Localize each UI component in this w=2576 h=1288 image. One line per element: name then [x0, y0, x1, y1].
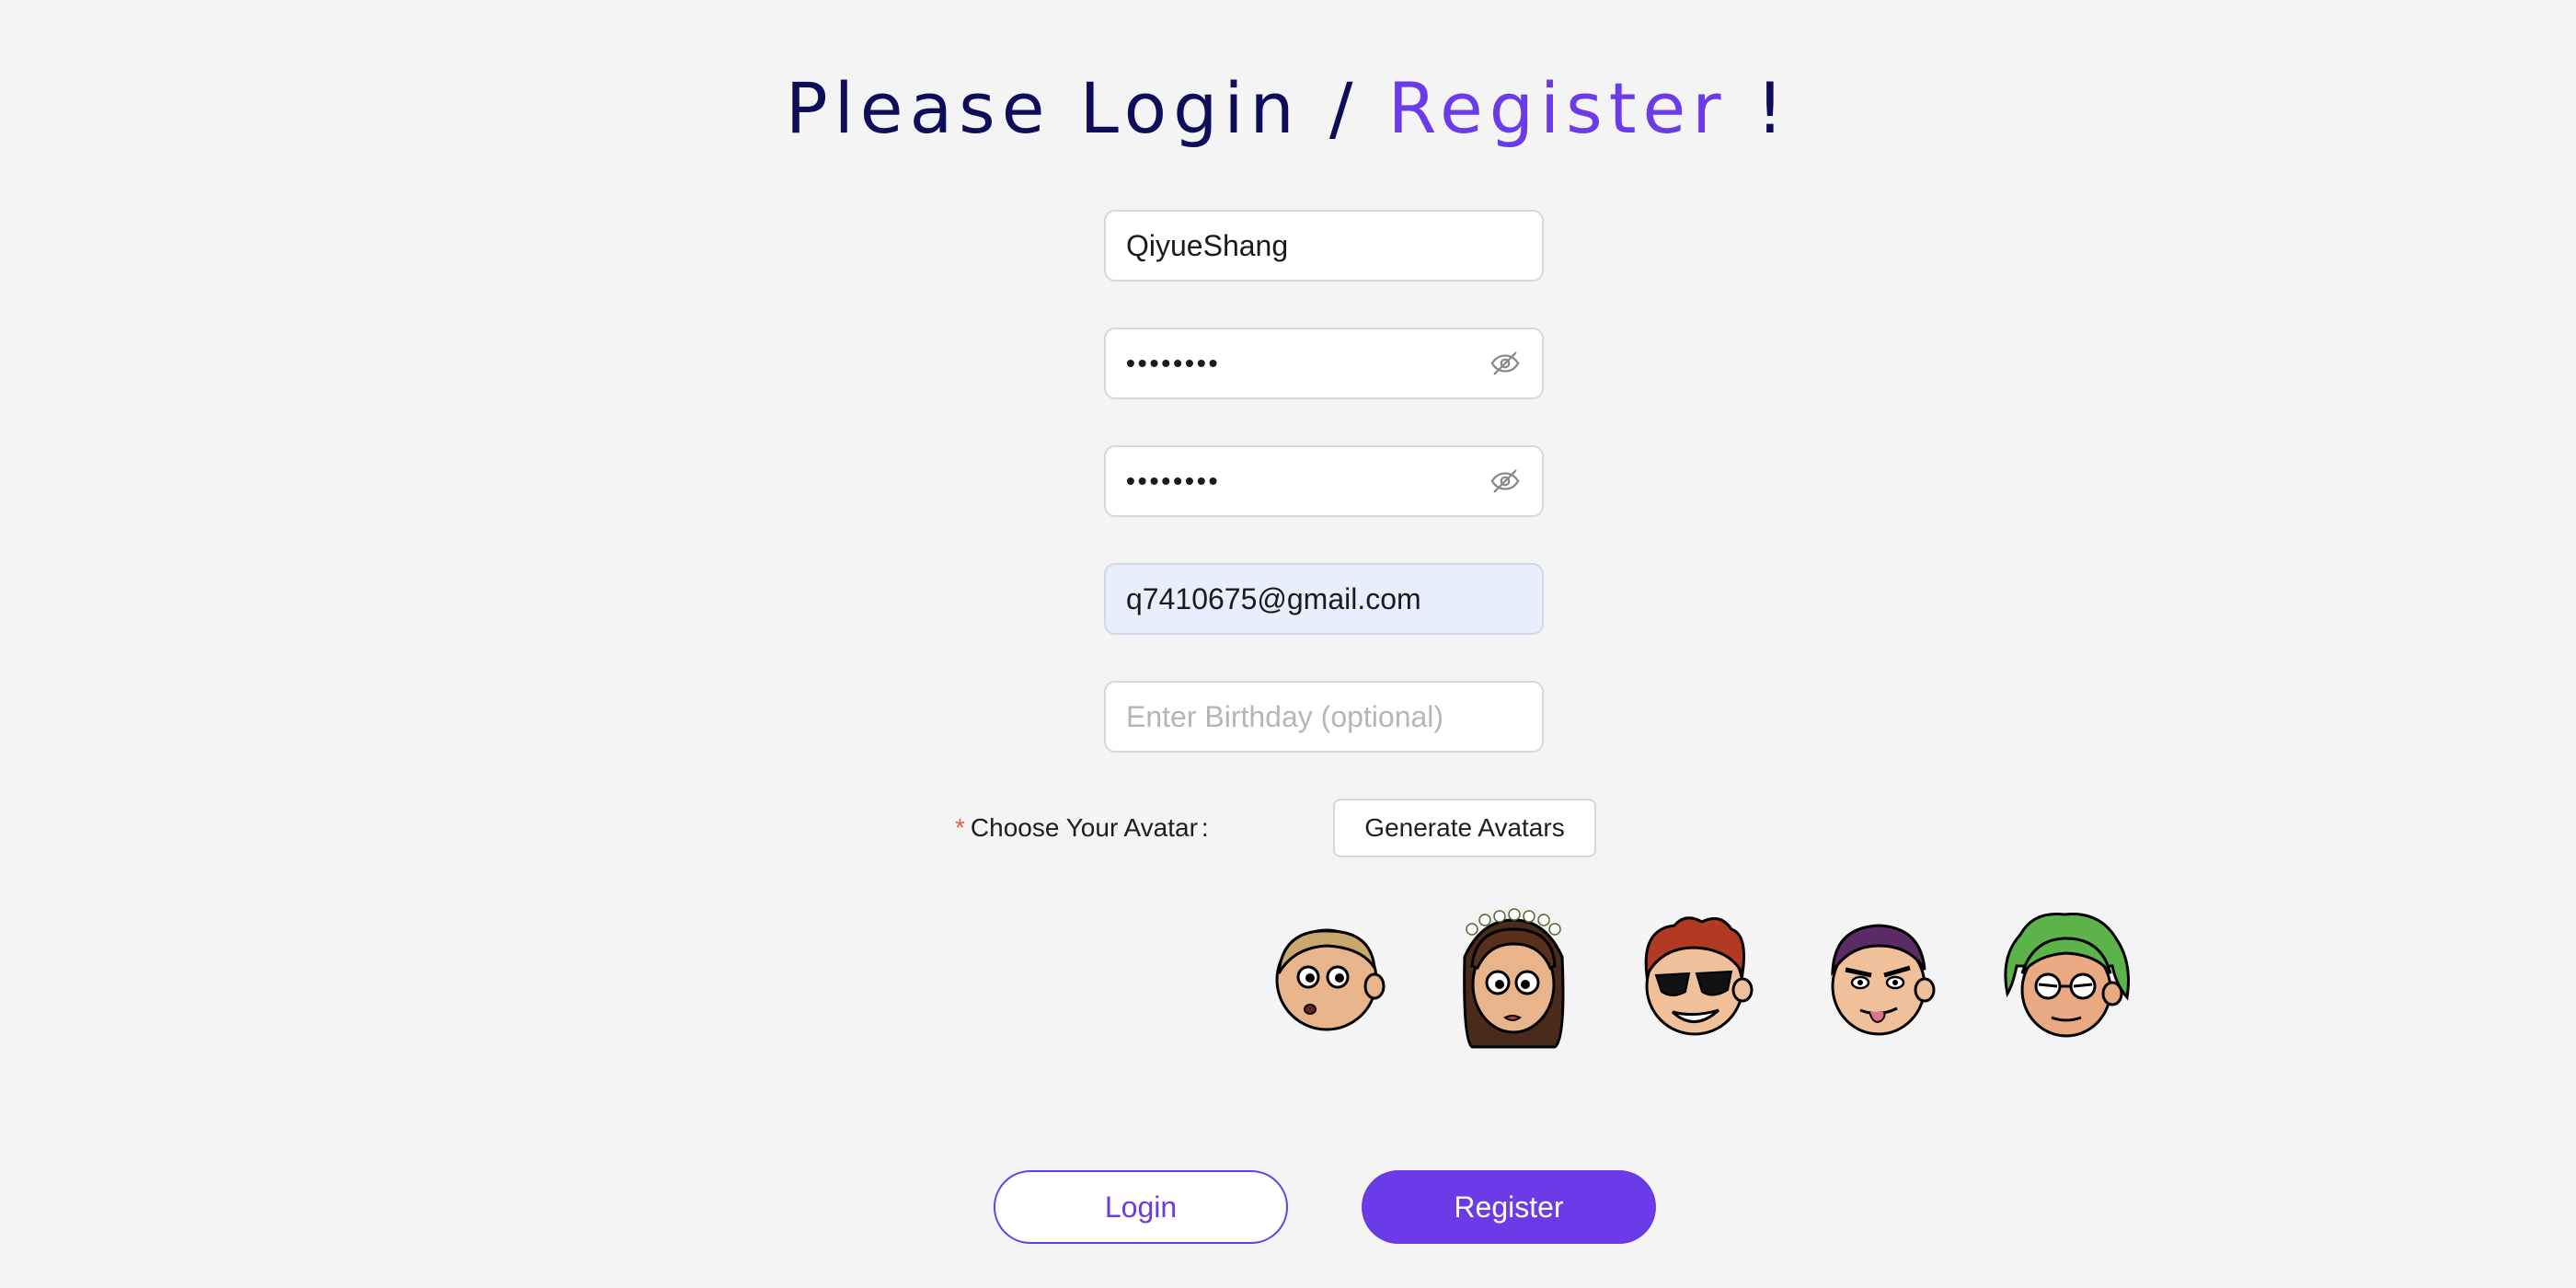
title-register-text: Register	[1387, 67, 1728, 149]
title-login-text: Please Login /	[785, 67, 1388, 149]
tongue-out-purple-hair-avatar-icon[interactable]	[1814, 902, 1952, 1058]
password-value: ••••••••	[1126, 349, 1221, 377]
birthday-placeholder: Enter Birthday (optional)	[1126, 699, 1444, 733]
avatar-label-colon: :	[1201, 813, 1209, 842]
avatar-label: * Choose Your Avatar:	[955, 810, 1209, 846]
bald-boy-avatar-icon[interactable]	[1262, 902, 1400, 1058]
green-hair-glasses-avatar-icon[interactable]	[1996, 902, 2134, 1058]
email-input[interactable]: q7410675@gmail.com	[1104, 563, 1544, 635]
flower-crown-girl-avatar-icon[interactable]	[1444, 902, 1582, 1058]
title-exclamation: !	[1727, 67, 1791, 149]
confirm-password-value: ••••••••	[1126, 466, 1221, 495]
register-page: Please Login / Register ! QiyueShang •••…	[0, 0, 2576, 1288]
password-input[interactable]: ••••••••	[1104, 328, 1544, 399]
email-value: q7410675@gmail.com	[1126, 581, 1421, 615]
eye-slash-icon[interactable]	[1489, 465, 1522, 498]
register-button[interactable]: Register	[1362, 1170, 1656, 1244]
username-input[interactable]: QiyueShang	[1104, 210, 1544, 282]
birthday-input[interactable]: Enter Birthday (optional)	[1104, 681, 1544, 753]
required-mark: *	[955, 813, 965, 842]
page-title: Please Login / Register !	[0, 63, 2576, 155]
username-value: QiyueShang	[1126, 228, 1289, 262]
generate-avatars-button[interactable]: Generate Avatars	[1333, 799, 1596, 857]
eye-slash-icon[interactable]	[1489, 347, 1522, 380]
login-button[interactable]: Login	[994, 1170, 1288, 1244]
confirm-password-input[interactable]: ••••••••	[1104, 445, 1544, 517]
avatar-label-text: Choose Your Avatar	[970, 813, 1198, 842]
sunglasses-redhead-avatar-icon[interactable]	[1628, 902, 1766, 1058]
